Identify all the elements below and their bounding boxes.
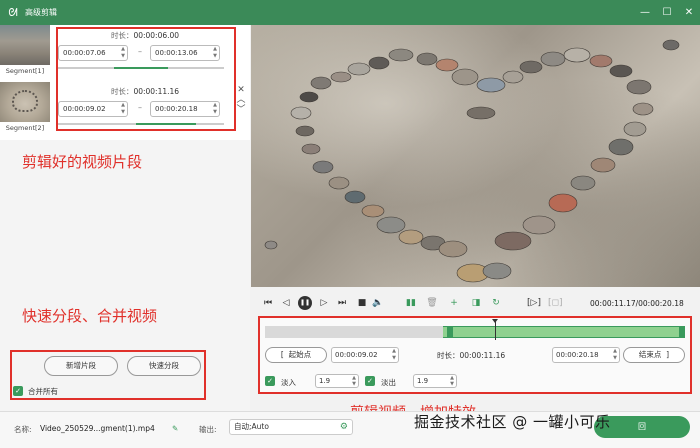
- undo-icon[interactable]: ↻: [490, 296, 502, 310]
- new-segment-button[interactable]: 新增片段: [44, 356, 118, 376]
- spinner-icon[interactable]: ▲ ▼: [352, 375, 356, 387]
- timeline-selection[interactable]: [443, 326, 685, 338]
- video-preview[interactable]: [251, 25, 700, 287]
- title-bar: ᘛ 高级剪辑 — ☐ ✕: [0, 0, 700, 25]
- segment-item[interactable]: 时长：00:00:06.00 00:00:07.06 ▲ ▼ – 00:00:13.…: [56, 27, 234, 79]
- playhead-line[interactable]: [495, 320, 496, 340]
- fade-out-label: 淡出: [381, 378, 396, 387]
- rabbit-logo-icon: ᘛ: [8, 5, 18, 19]
- segment-thumb-label: Segment[1]: [5, 67, 45, 75]
- jump-end-icon[interactable]: ⏭: [336, 296, 348, 310]
- snapshot-icon[interactable]: [◻]: [548, 296, 563, 310]
- jump-start-icon[interactable]: ⏮: [262, 296, 274, 310]
- left-panel: Segment[1] Segment[2] 时长：00:00:06.00 00:…: [0, 25, 250, 411]
- segment-thumbnails: Segment[1] Segment[2]: [0, 25, 50, 140]
- range-dash: –: [138, 103, 142, 112]
- annotation-split-merge: 快速分段、合并视频: [22, 307, 158, 325]
- fade-out-field[interactable]: 1.9 ▲ ▼: [413, 374, 457, 388]
- timeline-track[interactable]: [265, 326, 685, 338]
- copy-icon[interactable]: ◨: [470, 296, 482, 310]
- segment-item[interactable]: 时长：00:00:11.16 00:00:09.02 ▲ ▼ – 00:00:20.…: [56, 83, 234, 135]
- segment-end-field[interactable]: 00:00:13.06 ▲ ▼: [150, 45, 220, 61]
- close-icon[interactable]: ✕: [678, 0, 700, 25]
- fade-out-checkbox[interactable]: ✓: [365, 376, 375, 386]
- segment-start-field[interactable]: 00:00:07.06 ▲ ▼: [58, 45, 128, 61]
- annotation-clipped-segments: 剪辑好的视频片段: [22, 153, 143, 171]
- segment-range-fill: [114, 67, 168, 69]
- crop-icon[interactable]: [▷]: [526, 296, 542, 310]
- spinner-icon[interactable]: ▲ ▼: [121, 46, 125, 60]
- merge-all-checkbox[interactable]: ✓: [13, 386, 23, 396]
- output-label: 输出:: [199, 425, 217, 434]
- gear-icon[interactable]: ⚙: [340, 420, 348, 434]
- set-end-button[interactable]: 结束点 ]: [623, 347, 685, 363]
- heart-shape: [12, 90, 38, 112]
- minimize-icon[interactable]: —: [634, 0, 656, 25]
- name-label: 名称:: [14, 425, 32, 434]
- quick-split-button[interactable]: 快速分段: [127, 356, 201, 376]
- maximize-icon[interactable]: ☐: [656, 0, 678, 25]
- spinner-icon[interactable]: ▲ ▼: [392, 348, 396, 362]
- move-down-icon[interactable]: ﹀: [234, 105, 248, 115]
- output-filename: Video_250529...gment(1).mp4: [40, 424, 155, 433]
- delete-icon[interactable]: 🗑: [426, 296, 438, 310]
- segment-thumb-1[interactable]: Segment[1]: [0, 25, 50, 82]
- window-controls: — ☐ ✕: [634, 0, 700, 25]
- segment-side-controls: ✕ ︿ ﹀: [234, 85, 248, 115]
- volume-icon[interactable]: 🔈: [372, 296, 384, 310]
- merge-all-label: 合并所有: [28, 387, 58, 396]
- selection-left-handle[interactable]: [447, 326, 453, 338]
- segment-range-bar: [58, 123, 224, 125]
- stop-icon[interactable]: ■: [356, 296, 368, 310]
- range-dash: –: [138, 47, 142, 56]
- pause-icon[interactable]: ❚❚: [298, 296, 312, 310]
- segment-thumb-2[interactable]: Segment[2]: [0, 82, 50, 139]
- watermark-text: 掘金技术社区 @ 一罐小可乐: [414, 413, 611, 431]
- spinner-icon[interactable]: ▲ ▼: [213, 46, 217, 60]
- segment-duration: 时长：00:00:06.00: [110, 31, 180, 40]
- segment-range-fill: [136, 123, 196, 125]
- fade-in-checkbox[interactable]: ✓: [265, 376, 275, 386]
- step-forward-icon[interactable]: ▷: [318, 296, 330, 310]
- add-icon[interactable]: +: [448, 296, 460, 310]
- move-up-icon[interactable]: ︿: [234, 95, 248, 105]
- remove-segment-icon[interactable]: ✕: [234, 85, 248, 95]
- segment-thumb-label: Segment[2]: [5, 124, 45, 132]
- heart-stones-image: [264, 39, 680, 283]
- output-format-select[interactable]: 自动;Auto ⚙: [229, 419, 353, 435]
- set-start-button[interactable]: [ 起始点: [265, 347, 327, 363]
- segment-start-field[interactable]: 00:00:09.02 ▲ ▼: [58, 101, 128, 117]
- segment-thumb-image: [0, 82, 50, 122]
- segment-thumb-image: [0, 25, 50, 65]
- spinner-icon[interactable]: ▲ ▼: [121, 102, 125, 116]
- fade-in-label: 淡入: [281, 378, 296, 387]
- selection-right-handle[interactable]: [679, 326, 685, 338]
- fade-in-field[interactable]: 1.9 ▲ ▼: [315, 374, 359, 388]
- step-back-icon[interactable]: ◁: [280, 296, 292, 310]
- segment-list: 时长：00:00:06.00 00:00:07.06 ▲ ▼ – 00:00:13.…: [50, 25, 250, 140]
- spinner-icon[interactable]: ▲ ▼: [213, 102, 217, 116]
- split-icon[interactable]: ▮▮: [404, 296, 418, 310]
- editor-duration: 时长：00:00:11.16: [437, 351, 506, 360]
- spinner-icon[interactable]: ▲ ▼: [450, 375, 454, 387]
- segment-end-field[interactable]: 00:00:20.18 ▲ ▼: [150, 101, 220, 117]
- editor-start-field[interactable]: 00:00:09.02 ▲ ▼: [331, 347, 399, 363]
- time-readout: 00:00:11.17/00:00:20.18: [590, 299, 684, 308]
- segment-duration: 时长：00:00:11.16: [110, 87, 180, 96]
- spinner-icon[interactable]: ▲ ▼: [613, 348, 617, 362]
- edit-name-icon[interactable]: ✎: [172, 424, 178, 433]
- segment-range-bar: [58, 67, 224, 69]
- editor-end-field[interactable]: 00:00:20.18 ▲ ▼: [552, 347, 620, 363]
- window-title: 高级剪辑: [25, 8, 57, 17]
- clip-editor: [ 起始点 00:00:09.02 ▲ ▼ 时长：00:00:11.16 00:00…: [259, 317, 691, 394]
